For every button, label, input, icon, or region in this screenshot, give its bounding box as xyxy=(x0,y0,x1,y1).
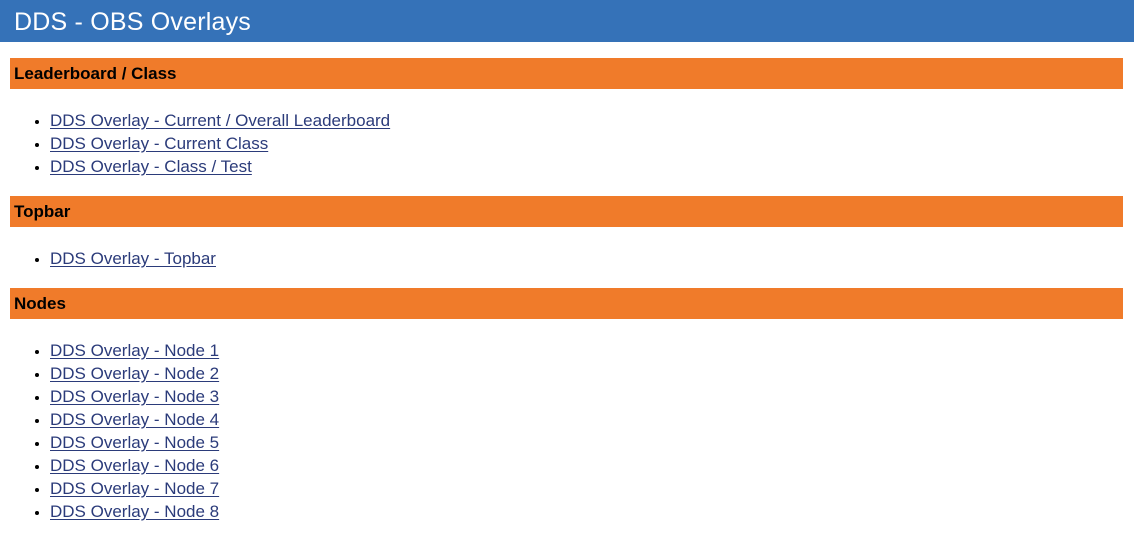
page-title: DDS - OBS Overlays xyxy=(14,8,251,36)
list-item: DDS Overlay - Node 1 xyxy=(50,339,219,362)
topbar-link-list: DDS Overlay - Topbar xyxy=(0,247,216,270)
list-item: DDS Overlay - Node 2 xyxy=(50,362,219,385)
section-title: Topbar xyxy=(14,202,71,221)
overlay-link-node-4[interactable]: DDS Overlay - Node 4 xyxy=(50,410,219,429)
nodes-link-list: DDS Overlay - Node 1 DDS Overlay - Node … xyxy=(0,339,219,523)
overlay-link-node-7[interactable]: DDS Overlay - Node 7 xyxy=(50,479,219,498)
section-header-leaderboard-class: Leaderboard / Class xyxy=(10,58,1123,89)
section-title: Leaderboard / Class xyxy=(14,64,177,83)
list-item: DDS Overlay - Node 4 xyxy=(50,408,219,431)
overlay-link-node-2[interactable]: DDS Overlay - Node 2 xyxy=(50,364,219,383)
leaderboard-class-link-list: DDS Overlay - Current / Overall Leaderbo… xyxy=(0,109,390,178)
list-item: DDS Overlay - Class / Test xyxy=(50,155,390,178)
overlay-link-topbar[interactable]: DDS Overlay - Topbar xyxy=(50,249,216,268)
list-item: DDS Overlay - Node 3 xyxy=(50,385,219,408)
overlay-link-node-1[interactable]: DDS Overlay - Node 1 xyxy=(50,341,219,360)
overlay-link-node-6[interactable]: DDS Overlay - Node 6 xyxy=(50,456,219,475)
overlay-link-node-8[interactable]: DDS Overlay - Node 8 xyxy=(50,502,219,521)
overlay-link-class-test[interactable]: DDS Overlay - Class / Test xyxy=(50,157,252,176)
list-item: DDS Overlay - Topbar xyxy=(50,247,216,270)
list-item: DDS Overlay - Current Class xyxy=(50,132,390,155)
overlay-link-leaderboard[interactable]: DDS Overlay - Current / Overall Leaderbo… xyxy=(50,111,390,130)
page-header: DDS - OBS Overlays xyxy=(0,0,1134,42)
list-item: DDS Overlay - Current / Overall Leaderbo… xyxy=(50,109,390,132)
list-item: DDS Overlay - Node 5 xyxy=(50,431,219,454)
list-item: DDS Overlay - Node 8 xyxy=(50,500,219,523)
section-header-topbar: Topbar xyxy=(10,196,1123,227)
overlay-link-node-5[interactable]: DDS Overlay - Node 5 xyxy=(50,433,219,452)
list-item: DDS Overlay - Node 7 xyxy=(50,477,219,500)
overlay-link-node-3[interactable]: DDS Overlay - Node 3 xyxy=(50,387,219,406)
overlay-link-current-class[interactable]: DDS Overlay - Current Class xyxy=(50,134,268,153)
section-header-nodes: Nodes xyxy=(10,288,1123,319)
section-title: Nodes xyxy=(14,294,66,313)
list-item: DDS Overlay - Node 6 xyxy=(50,454,219,477)
